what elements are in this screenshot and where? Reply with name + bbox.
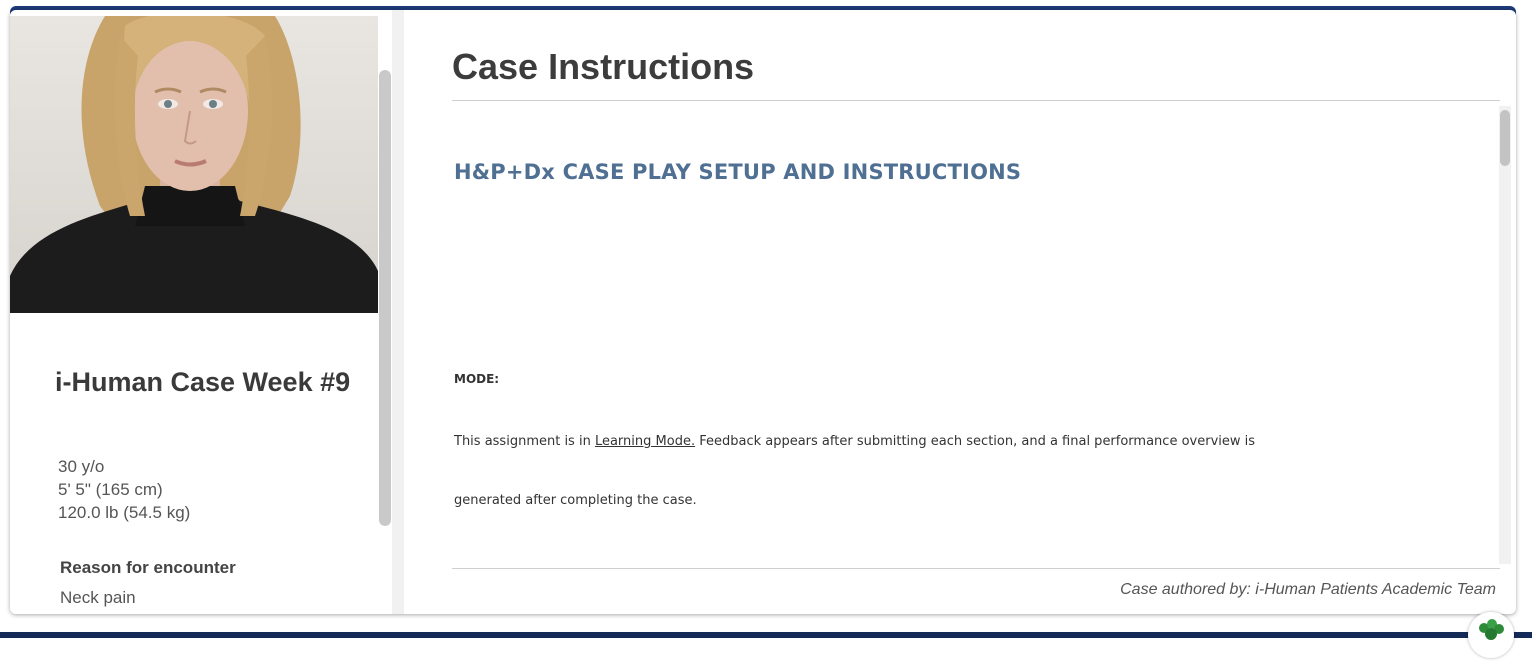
patient-height: 5' 5" (165 cm)	[58, 480, 163, 499]
case-author: Case authored by: i-Human Patients Acade…	[1120, 581, 1496, 598]
page-title: Case Instructions	[452, 46, 755, 87]
left-scrollbar-thumb[interactable]	[379, 70, 391, 526]
instructions-panel: Case Instructions H&P+Dx CASE PLAY SETUP…	[404, 10, 1516, 614]
mode-label: MODE:	[454, 372, 500, 386]
patient-panel: i-Human Case Week #9 30 y/o 5' 5" (165 c…	[10, 10, 392, 614]
content-scrollbar-thumb[interactable]	[1500, 110, 1510, 166]
help-assistant-icon[interactable]	[1468, 612, 1514, 658]
patient-weight: 120.0 lb (54.5 kg)	[58, 503, 191, 522]
reason-for-encounter-label: Reason for encounter	[60, 558, 236, 577]
mode-description-pre: This assignment is in	[454, 434, 595, 449]
left-scrollbar-track[interactable]	[392, 10, 404, 614]
case-card: i-Human Case Week #9 30 y/o 5' 5" (165 c…	[10, 10, 1516, 614]
patient-name: i-Human Case Week #9	[55, 367, 351, 397]
mode-description-post: Feedback appears after submitting each s…	[695, 434, 1256, 449]
bottom-accent-bar	[0, 632, 1532, 638]
mode-description-continued: generated after completing the case.	[454, 493, 697, 508]
content-scrollbar-track[interactable]	[1499, 106, 1511, 564]
reason-for-encounter-value: Neck pain	[60, 588, 136, 607]
section-heading: H&P+Dx CASE PLAY SETUP AND INSTRUCTIONS	[454, 160, 1022, 184]
title-divider	[452, 100, 1500, 101]
learning-mode-link[interactable]: Learning Mode.	[595, 434, 695, 449]
footer-divider	[452, 568, 1500, 569]
mode-description: This assignment is in Learning Mode. Fee…	[454, 434, 1255, 449]
patient-age: 30 y/o	[58, 457, 105, 476]
patient-portrait	[10, 16, 378, 313]
